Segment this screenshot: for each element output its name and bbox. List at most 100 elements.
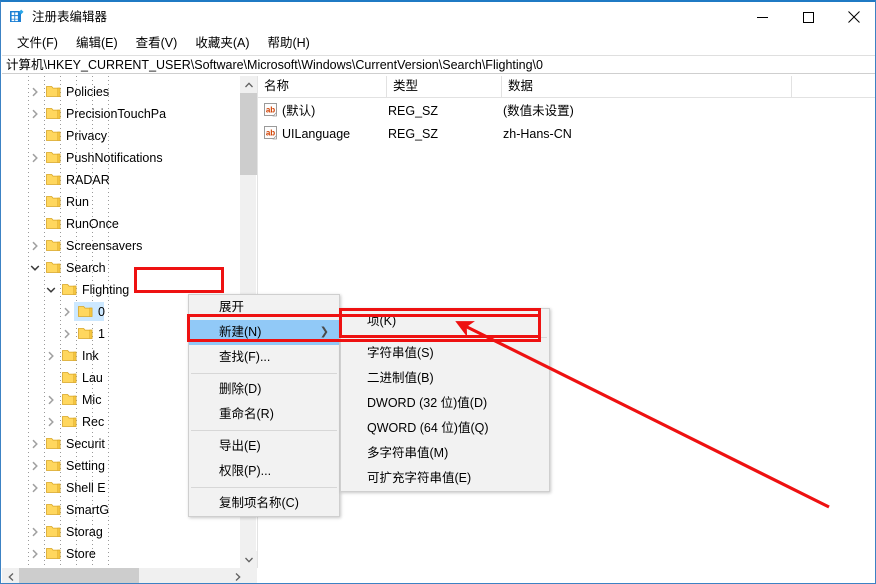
tree-item-screensavers[interactable]: Screensavers <box>2 235 238 257</box>
chevron-down-icon[interactable] <box>29 262 41 274</box>
menu-view[interactable]: 查看(V) <box>127 33 187 53</box>
tree-item-policies[interactable]: Policies <box>2 81 238 103</box>
chevron-down-icon[interactable] <box>45 284 57 296</box>
folder-icon <box>46 195 61 208</box>
tree-item-search[interactable]: Search <box>2 257 238 279</box>
tree-item-label: Ink <box>82 348 99 364</box>
chevron-right-icon[interactable] <box>29 108 41 120</box>
folder-icon <box>62 393 77 406</box>
chevron-right-icon[interactable] <box>61 328 73 340</box>
menu-help[interactable]: 帮助(H) <box>258 33 318 53</box>
chevron-right-icon: ❯ <box>320 320 329 345</box>
string-value-icon: ab <box>264 126 279 141</box>
submenu-item-QWORD64位值Q[interactable]: QWORD (64 位)值(Q) <box>341 416 549 441</box>
submenu-item-字符串值S[interactable]: 字符串值(S) <box>341 341 549 366</box>
chevron-right-icon[interactable] <box>45 350 57 362</box>
submenu-item-DWORD32位值D[interactable]: DWORD (32 位)值(D) <box>341 391 549 416</box>
folder-icon <box>46 173 61 186</box>
menu-item-新建N[interactable]: 新建(N) ❯ <box>189 320 339 345</box>
chevron-right-icon[interactable] <box>29 240 41 252</box>
chevron-right-icon[interactable] <box>29 152 41 164</box>
value-name: (默认) <box>282 103 315 119</box>
table-row[interactable]: ab (默认) REG_SZ (数值未设置) <box>258 100 876 122</box>
value-type: REG_SZ <box>388 103 438 119</box>
window-controls <box>739 2 876 32</box>
chevron-right-icon[interactable] <box>45 416 57 428</box>
menu-item-label: 新建(N) <box>219 325 261 339</box>
folder-icon <box>62 283 77 296</box>
column-header-data[interactable]: 数据 <box>501 76 791 97</box>
scroll-left-icon[interactable] <box>2 568 19 584</box>
tree-horizontal-scrollbar[interactable] <box>2 568 257 584</box>
menu-item-导出E[interactable]: 导出(E) <box>189 434 339 459</box>
folder-icon <box>46 437 61 450</box>
folder-icon <box>46 525 61 538</box>
menu-separator <box>191 430 337 431</box>
chevron-right-icon[interactable] <box>29 526 41 538</box>
menu-favorites[interactable]: 收藏夹(A) <box>186 33 258 53</box>
tree-scroll-thumb[interactable] <box>240 93 257 175</box>
tree-item-label: 1 <box>98 326 105 342</box>
menu-item-label: 复制项名称(C) <box>219 496 299 510</box>
submenu-item-label: 字符串值(S) <box>367 346 434 360</box>
submenu-item-项K[interactable]: 项(K) <box>341 309 549 334</box>
menu-item-查找F[interactable]: 查找(F)... <box>189 345 339 370</box>
column-header-spacer <box>791 76 876 97</box>
submenu-item-label: DWORD (32 位)值(D) <box>367 396 487 410</box>
values-column-header: 名称 类型 数据 <box>258 76 876 98</box>
registry-editor-window: 注册表编辑器 文件(F) 编辑(E) 查看(V) 收藏夹(A) 帮助(H) 计算… <box>0 0 876 584</box>
scroll-right-icon[interactable] <box>229 568 246 584</box>
tree-item-label: SmartG <box>66 502 109 518</box>
menu-file[interactable]: 文件(F) <box>8 33 67 53</box>
folder-icon <box>62 371 77 384</box>
chevron-right-icon[interactable] <box>29 86 41 98</box>
menu-item-删除D[interactable]: 删除(D) <box>189 377 339 402</box>
menu-item-展开[interactable]: 展开 <box>189 295 339 320</box>
menu-item-label: 查找(F)... <box>219 350 270 364</box>
column-header-name[interactable]: 名称 <box>258 76 386 97</box>
tree-item-store[interactable]: Store <box>2 543 238 565</box>
tree-item-label: Setting <box>66 458 105 474</box>
column-header-type[interactable]: 类型 <box>386 76 501 97</box>
tree-item-pushnotifications[interactable]: PushNotifications <box>2 147 238 169</box>
chevron-right-icon[interactable] <box>29 548 41 560</box>
minimize-button[interactable] <box>739 2 785 32</box>
submenu-item-二进制值B[interactable]: 二进制值(B) <box>341 366 549 391</box>
menu-edit[interactable]: 编辑(E) <box>67 33 127 53</box>
horizontal-scroll-thumb[interactable] <box>19 568 139 584</box>
context-menu[interactable]: 展开新建(N) ❯ 查找(F)... 删除(D) 重命名(R) 导出(E) 权限(P)...… <box>188 294 340 517</box>
menu-item-复制项名称C[interactable]: 复制项名称(C) <box>189 491 339 516</box>
address-bar[interactable]: 计算机\HKEY_CURRENT_USER\Software\Microsoft… <box>2 55 876 74</box>
maximize-button[interactable] <box>785 2 831 32</box>
folder-icon <box>46 459 61 472</box>
folder-icon <box>46 151 61 164</box>
chevron-right-icon[interactable] <box>29 460 41 472</box>
menu-item-label: 重命名(R) <box>219 407 274 421</box>
close-button[interactable] <box>831 2 876 32</box>
tree-item-radar[interactable]: RADAR <box>2 169 238 191</box>
submenu-item-label: 可扩充字符串值(E) <box>367 471 471 485</box>
menu-bar: 文件(F) 编辑(E) 查看(V) 收藏夹(A) 帮助(H) <box>1 32 876 54</box>
menu-item-重命名R[interactable]: 重命名(R) <box>189 402 339 427</box>
folder-icon <box>78 305 93 318</box>
chevron-right-icon[interactable] <box>61 306 73 318</box>
chevron-right-icon[interactable] <box>29 438 41 450</box>
chevron-right-icon[interactable] <box>45 394 57 406</box>
tree-item-run[interactable]: Run <box>2 191 238 213</box>
tree-item-label: Policies <box>66 84 109 100</box>
tree-item-storag[interactable]: Storag <box>2 521 238 543</box>
tree-item-label: PushNotifications <box>66 150 163 166</box>
table-row[interactable]: ab UILanguage REG_SZ zh-Hans-CN <box>258 123 876 145</box>
scroll-up-icon[interactable] <box>240 76 257 93</box>
folder-icon <box>46 107 61 120</box>
chevron-right-icon[interactable] <box>29 482 41 494</box>
tree-item-privacy[interactable]: Privacy <box>2 125 238 147</box>
submenu-item-可扩充字符串值E[interactable]: 可扩充字符串值(E) <box>341 466 549 491</box>
menu-item-label: 导出(E) <box>219 439 261 453</box>
submenu-item-多字符串值M[interactable]: 多字符串值(M) <box>341 441 549 466</box>
menu-item-权限P[interactable]: 权限(P)... <box>189 459 339 484</box>
new-submenu[interactable]: 项(K) 字符串值(S) 二进制值(B) DWORD (32 位)值(D) QWORD … <box>340 308 550 492</box>
tree-item-runonce[interactable]: RunOnce <box>2 213 238 235</box>
tree-item-precisiontouchpa[interactable]: PrecisionTouchPa <box>2 103 238 125</box>
scroll-down-icon[interactable] <box>240 551 257 568</box>
